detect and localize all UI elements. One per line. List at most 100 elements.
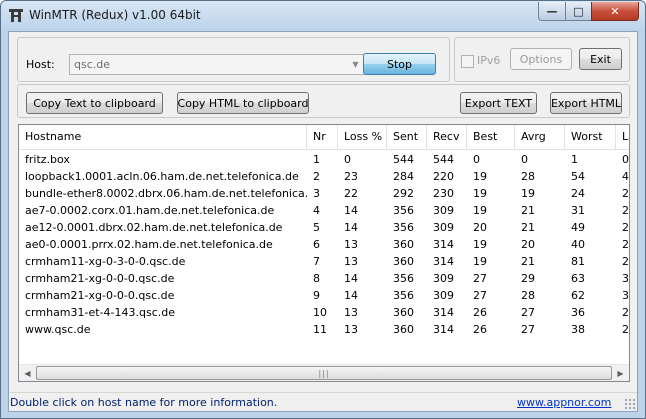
cell-worst: 54 [571,170,585,183]
column-header-last[interactable]: Last [616,125,629,149]
table-row[interactable]: crmham31-et-4-143.qsc.de 10 13 360 314 26 27 36… [19,304,629,321]
column-header-recv[interactable]: Recv [427,125,467,149]
table-row[interactable]: bundle-ether8.0002.dbrx.06.ham.de.net.te… [19,185,629,202]
cell-worst: 36 [571,306,585,319]
cell-loss: 13 [344,306,358,319]
cell-hostname: ae12-0.0001.dbrx.02.ham.de.net.telefonic… [25,221,283,234]
cell-hostname: crmham21-xg-0-0-0.qsc.de [25,272,175,285]
exit-button[interactable]: Exit [579,48,622,70]
cell-sent: 360 [393,238,414,251]
cell-best: 27 [473,272,487,285]
cell-loss: 13 [344,323,358,336]
cell-last: 33 [622,289,629,302]
title-bar[interactable]: WinMTR (Redux) v1.00 64bit — □ ✕ [1,1,645,31]
close-button[interactable]: ✕ [591,2,639,21]
cell-nr: 3 [313,187,320,200]
column-header-worst[interactable]: Worst [565,125,616,149]
host-label: Host: [26,58,55,71]
column-header-sent[interactable]: Sent [387,125,427,149]
cell-best: 19 [473,238,487,251]
list-header: Hostname Nr Loss % Sent Recv Best Avrg W… [19,125,629,150]
column-header-loss[interactable]: Loss % [338,125,387,149]
scrollbar-thumb[interactable]: ||| [36,366,612,380]
cell-worst: 24 [571,187,585,200]
cell-worst: 31 [571,204,585,217]
export-html-button[interactable]: Export HTML [550,92,622,114]
horizontal-scrollbar[interactable]: ◀ ||| ▶ [19,364,629,381]
export-text-button[interactable]: Export TEXT [460,92,537,114]
cell-worst: 49 [571,221,585,234]
cell-worst: 62 [571,289,585,302]
cell-best: 0 [473,153,480,166]
table-row[interactable]: ae7-0.0002.corx.01.ham.de.net.telefonica… [19,202,629,219]
cell-hostname: crmham31-et-4-143.qsc.de [25,306,176,319]
cell-worst: 40 [571,238,585,251]
cell-last: 23 [622,204,629,217]
cell-last: 23 [622,255,629,268]
cell-worst: 1 [571,153,578,166]
cell-worst: 38 [571,323,585,336]
cell-avrg: 21 [521,204,535,217]
table-row[interactable]: fritz.box 1 0 544 544 0 0 1 0 [19,151,629,168]
cell-sent: 356 [393,221,414,234]
resize-grip-icon[interactable] [624,398,636,410]
status-message: Double click on host name for more infor… [10,396,278,409]
cell-sent: 360 [393,255,414,268]
cell-avrg: 0 [521,153,528,166]
table-row[interactable]: crmham11-xg-0-3-0-0.qsc.de 7 13 360 314 19 21 8… [19,253,629,270]
ipv6-checkbox[interactable] [461,55,474,68]
cell-recv: 309 [433,289,454,302]
cell-sent: 360 [393,306,414,319]
cell-worst: 63 [571,272,585,285]
copy-html-button[interactable]: Copy HTML to clipboard [177,92,309,114]
website-link[interactable]: www.appnor.com [517,396,611,409]
cell-loss: 22 [344,187,358,200]
table-row[interactable]: crmham21-xg-0-0-0.qsc.de 9 14 356 309 27 28 62 3… [19,287,629,304]
host-input[interactable] [70,55,346,74]
options-button[interactable]: Options [510,48,572,70]
cell-hostname: fritz.box [25,153,70,166]
cell-nr: 4 [313,204,320,217]
column-header-nr[interactable]: Nr [307,125,338,149]
column-header-avrg[interactable]: Avrg [515,125,565,149]
cell-avrg: 29 [521,272,535,285]
host-combobox[interactable]: ▼ [69,54,365,75]
table-row[interactable]: loopback1.0001.acln.06.ham.de.net.telefo… [19,168,629,185]
cell-hostname: ae7-0.0002.corx.01.ham.de.net.telefonica… [25,204,275,217]
cell-loss: 23 [344,170,358,183]
table-row[interactable]: ae12-0.0001.dbrx.02.ham.de.net.telefonic… [19,219,629,236]
cell-last: 23 [622,238,629,251]
results-list[interactable]: Hostname Nr Loss % Sent Recv Best Avrg W… [18,124,630,382]
table-row[interactable]: ae0-0.0001.prrx.02.ham.de.net.telefonica… [19,236,629,253]
table-row[interactable]: crmham21-xg-0-0-0.qsc.de 8 14 356 309 27 29 63 3… [19,270,629,287]
cell-avrg: 21 [521,221,535,234]
cell-nr: 11 [313,323,327,336]
window-title: WinMTR (Redux) v1.00 64bit [29,8,201,22]
chevron-down-icon[interactable]: ▼ [347,55,364,74]
list-rows: fritz.box 1 0 544 544 0 0 1 0 loopback1.0001.acln… [19,151,629,338]
column-header-hostname[interactable]: Hostname [19,125,307,149]
cell-last: 27 [622,323,629,336]
cell-last: 27 [622,306,629,319]
stop-button[interactable]: Stop [363,53,436,75]
maximize-button[interactable]: □ [565,2,592,21]
app-icon [9,9,23,22]
minimize-button[interactable]: — [538,2,566,21]
table-row[interactable]: www.qsc.de 11 13 360 314 26 27 38 27 [19,321,629,338]
copy-text-button[interactable]: Copy Text to clipboard [26,92,163,114]
cell-nr: 5 [313,221,320,234]
cell-best: 26 [473,306,487,319]
column-header-best[interactable]: Best [467,125,515,149]
scroll-right-icon[interactable]: ▶ [612,365,629,381]
cell-avrg: 27 [521,323,535,336]
cell-best: 19 [473,187,487,200]
status-bar: Double click on host name for more infor… [9,392,637,411]
cell-sent: 292 [393,187,414,200]
cell-nr: 10 [313,306,327,319]
cell-best: 19 [473,204,487,217]
scroll-left-icon[interactable]: ◀ [19,365,36,381]
cell-last: 23 [622,221,629,234]
cell-sent: 356 [393,204,414,217]
cell-recv: 314 [433,255,454,268]
cell-loss: 14 [344,204,358,217]
